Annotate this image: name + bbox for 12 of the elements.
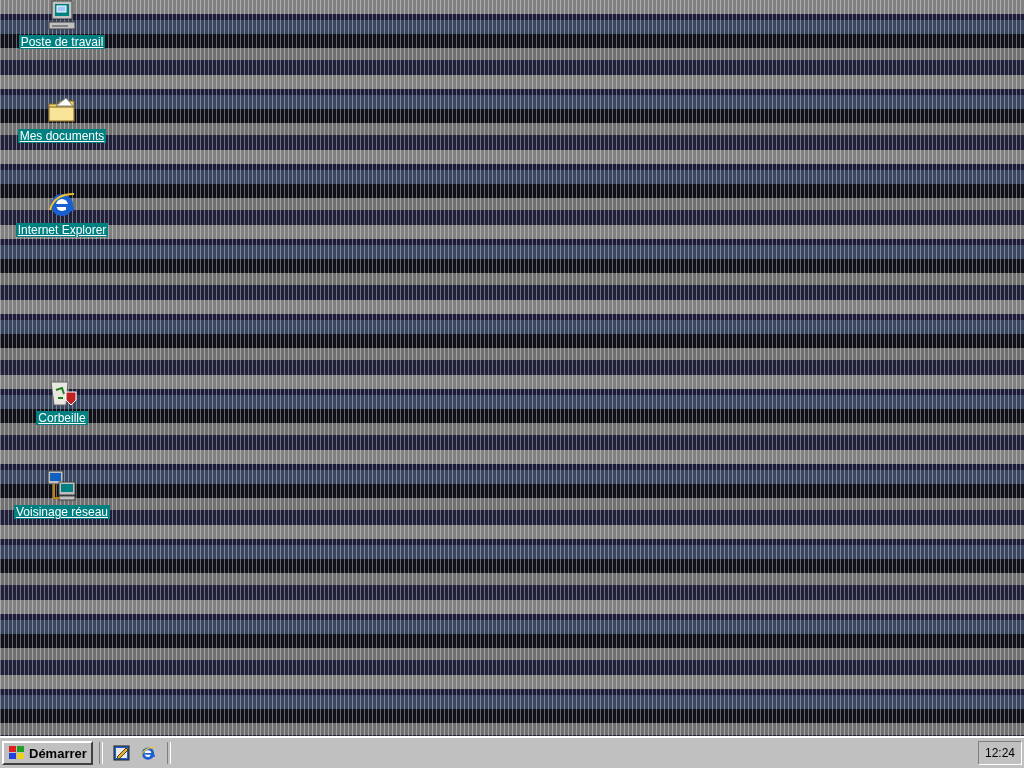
pencil-icon[interactable]: [112, 744, 131, 762]
desktop-icon-label[interactable]: Internet Explorer: [15, 223, 109, 237]
desktop-icon-label[interactable]: Mes documents: [17, 129, 107, 143]
computer-icon: [46, 0, 78, 32]
start-button[interactable]: Démarrer: [2, 741, 93, 765]
clock: 12:24: [977, 741, 1022, 765]
letter-e-icon[interactable]: [138, 744, 157, 762]
desktop-icon-label[interactable]: Voisinage réseau: [13, 505, 111, 519]
networked-computers-icon: [46, 470, 78, 502]
desktop-icon-label[interactable]: Corbeille: [36, 411, 88, 425]
desktop-icon-label[interactable]: Poste de travail: [18, 35, 106, 49]
windows-flag-icon: [8, 745, 26, 761]
